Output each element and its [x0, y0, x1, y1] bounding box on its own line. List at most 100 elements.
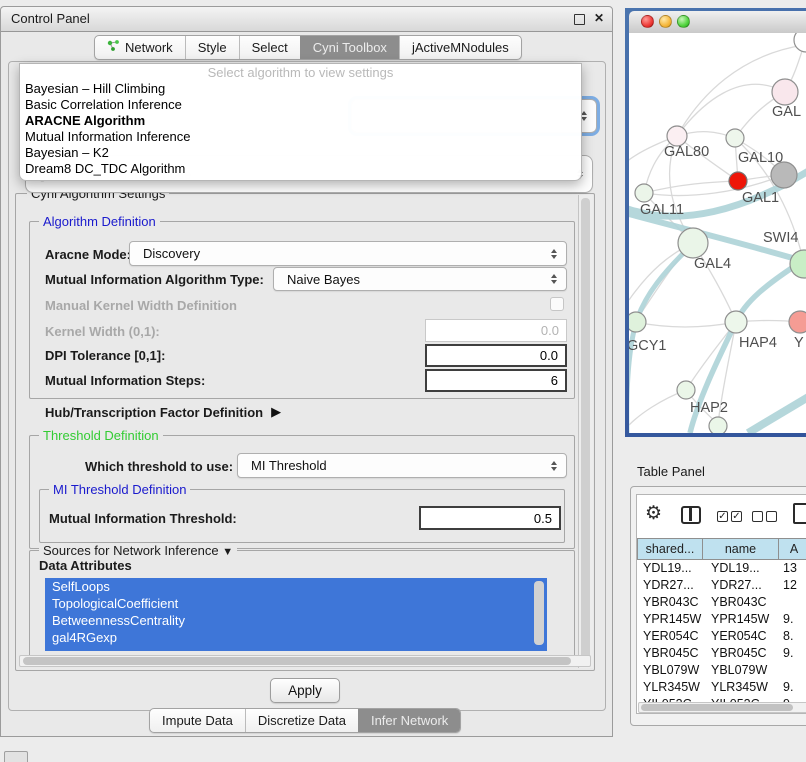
node-hap2[interactable]	[677, 381, 695, 399]
unchecked-box-icon[interactable]	[766, 511, 777, 522]
table-horizontal-scrollbar[interactable]	[638, 702, 806, 713]
table-row[interactable]: YDL19...YDL19...13	[637, 560, 806, 577]
unchecked-box-icon[interactable]	[752, 511, 763, 522]
minimize-traffic-light-icon[interactable]	[659, 15, 672, 28]
algorithm-definition-title: Algorithm Definition	[39, 214, 160, 229]
tab-infer-network[interactable]: Infer Network	[358, 709, 460, 732]
mi-threshold-label: Mutual Information Threshold:	[49, 511, 237, 526]
node-label: HAP2	[690, 400, 728, 416]
tab-jactivemnodules[interactable]: jActiveMNodules	[399, 36, 521, 59]
dropdown-prompt: Select algorithm to view settings	[20, 64, 581, 81]
node-hap4[interactable]	[725, 311, 747, 333]
combo-arrows-icon	[551, 274, 557, 284]
mi-steps-field[interactable]: 6	[425, 369, 567, 392]
settings-horizontal-scrollbar[interactable]	[19, 655, 591, 667]
table-row[interactable]: YDR27...YDR27...12	[637, 577, 806, 594]
checked-box-icon[interactable]: ✓	[717, 511, 728, 522]
node-gal11[interactable]	[635, 184, 653, 202]
network-nodes-icon	[107, 36, 120, 59]
tab-network[interactable]: Network	[95, 36, 185, 59]
mi-type-value: Naive Bayes	[287, 272, 360, 287]
close-traffic-light-icon[interactable]	[641, 15, 654, 28]
column-header-name[interactable]: name	[703, 538, 779, 560]
hub-definition-expander[interactable]: Hub/Transcription Factor Definition ▶	[45, 404, 281, 420]
zoom-traffic-light-icon[interactable]	[677, 15, 690, 28]
table-row[interactable]: YBL079WYBL079W	[637, 662, 806, 679]
network-canvas[interactable]: GAL GAL80 GAL10 GAL1 GAL11 SWI4 GAL4 GCY…	[629, 33, 806, 433]
close-icon[interactable]: ✕	[594, 11, 604, 25]
node-unlabeled-bottom[interactable]	[709, 417, 727, 433]
node-salmon[interactable]	[789, 311, 806, 333]
apply-button[interactable]: Apply	[270, 678, 340, 703]
sources-group-title[interactable]: Sources for Network Inference ▼	[39, 543, 237, 558]
node-gcy1[interactable]	[629, 312, 646, 332]
dropdown-item-dream8[interactable]: Dream8 DC_TDC Algorithm	[20, 161, 581, 177]
settings-gear-icon[interactable]: ⚙	[645, 502, 662, 525]
network-view-window[interactable]: GAL GAL80 GAL10 GAL1 GAL11 SWI4 GAL4 GCY…	[625, 8, 806, 437]
control-panel-title: Control Panel	[11, 11, 90, 26]
cyni-bottom-tabbar: Impute Data Discretize Data Infer Networ…	[149, 708, 461, 733]
node-unlabeled-top[interactable]	[794, 33, 806, 52]
node-gal1[interactable]	[729, 172, 747, 190]
aracne-mode-combobox[interactable]: Discovery	[129, 241, 567, 266]
mi-type-label: Mutual Information Algorithm Type:	[45, 272, 264, 287]
which-threshold-label: Which threshold to use:	[85, 459, 233, 474]
table-row[interactable]: YER054CYER054C8.	[637, 628, 806, 645]
tab-cyni-toolbox[interactable]: Cyni Toolbox	[300, 36, 399, 59]
dropdown-item-bayesian-k2[interactable]: Bayesian – K2	[20, 145, 581, 161]
table-row[interactable]: YBR045CYBR045C9.	[637, 645, 806, 662]
table-row[interactable]: YPR145WYPR145W9.	[637, 611, 806, 628]
manual-kernel-checkbox[interactable]	[550, 297, 564, 311]
node-gal[interactable]	[772, 79, 798, 105]
mi-threshold-field[interactable]: 0.5	[419, 506, 561, 530]
data-attributes-list: SelfLoops TopologicalCoefficient Between…	[45, 578, 547, 651]
settings-vertical-scrollbar[interactable]	[578, 195, 593, 668]
tab-discretize-data[interactable]: Discretize Data	[245, 709, 358, 732]
node-gal4[interactable]	[678, 228, 708, 258]
node-label: HAP4	[739, 335, 777, 351]
node-gal80[interactable]	[667, 126, 687, 146]
list-item-betweennesscentrality[interactable]: BetweennessCentrality	[45, 612, 547, 629]
which-threshold-combobox[interactable]: MI Threshold	[237, 453, 567, 478]
dropdown-item-mutual-information[interactable]: Mutual Information Inference	[20, 129, 581, 145]
which-threshold-value: MI Threshold	[251, 458, 327, 473]
tab-style[interactable]: Style	[185, 36, 239, 59]
threshold-definition-title: Threshold Definition	[39, 428, 163, 443]
list-item-gal4rgexp[interactable]: gal4RGexp	[45, 629, 547, 646]
dpi-tolerance-field[interactable]: 0.0	[425, 344, 567, 367]
node-swi4[interactable]	[790, 250, 806, 278]
dropdown-item-bayesian-hill-climbing[interactable]: Bayesian – Hill Climbing	[20, 81, 581, 97]
table-row[interactable]: YBR043CYBR043C	[637, 594, 806, 611]
collapsed-panel-button[interactable]	[4, 751, 28, 762]
mi-type-combobox[interactable]: Naive Bayes	[273, 267, 567, 291]
list-item-selfloops[interactable]: SelfLoops	[45, 578, 547, 595]
network-window-titlebar[interactable]	[629, 11, 806, 34]
combo-arrows-icon	[551, 249, 557, 259]
node-label: GAL10	[738, 150, 783, 166]
tab-impute-data[interactable]: Impute Data	[150, 709, 245, 732]
node-label: GAL1	[742, 190, 779, 206]
split-view-icon[interactable]	[681, 506, 701, 524]
tab-select[interactable]: Select	[239, 36, 300, 59]
kernel-width-field[interactable]: 0.0	[425, 319, 567, 342]
file-icon[interactable]	[793, 503, 806, 524]
expander-expanded-icon: ▼	[222, 546, 233, 558]
column-header-shared-name[interactable]: shared...	[637, 538, 703, 560]
kernel-width-label: Kernel Width (0,1):	[45, 324, 160, 339]
node-gal10[interactable]	[726, 129, 744, 147]
node-label: GAL	[772, 104, 801, 120]
checked-box-icon[interactable]: ✓	[731, 511, 742, 522]
node-label: SWI4	[763, 230, 798, 246]
hub-definition-label: Hub/Transcription Factor Definition	[45, 405, 263, 420]
manual-kernel-label: Manual Kernel Width Definition	[45, 298, 237, 313]
column-header-cut[interactable]: A	[779, 538, 806, 560]
list-scrollbar-thumb[interactable]	[534, 581, 544, 645]
control-panel-titlebar[interactable]: Control Panel ✕	[1, 7, 612, 32]
table-row[interactable]: YLR345WYLR345W9.	[637, 679, 806, 696]
mi-threshold-group-title: MI Threshold Definition	[49, 482, 190, 497]
dropdown-item-basic-correlation[interactable]: Basic Correlation Inference	[20, 97, 581, 113]
float-window-icon[interactable]	[574, 14, 585, 25]
list-item-topologicalcoefficient[interactable]: TopologicalCoefficient	[45, 595, 547, 612]
node-label: GCY1	[629, 338, 667, 354]
dropdown-item-aracne[interactable]: ARACNE Algorithm	[20, 113, 581, 129]
